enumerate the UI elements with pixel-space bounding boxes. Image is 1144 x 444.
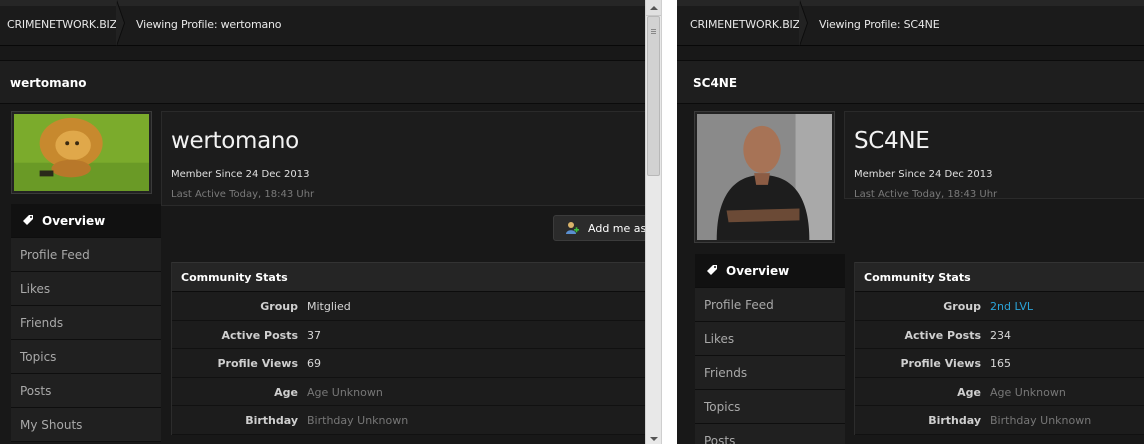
- right-profile-pane: CRIMENETWORK.BIZ Viewing Profile: SC4NE …: [677, 0, 1144, 444]
- profile-photo[interactable]: [11, 111, 152, 194]
- stat-value: Birthday Unknown: [307, 414, 409, 427]
- stat-value: 37: [307, 328, 321, 342]
- stat-row-age: Age Age Unknown: [172, 378, 645, 406]
- breadcrumb-separator: [799, 0, 810, 46]
- add-friend-icon: [566, 222, 579, 234]
- profile-display-name: SC4NE: [854, 128, 930, 154]
- lion-cat-photo: [14, 114, 149, 191]
- stat-label: Age: [274, 385, 298, 399]
- profile-summary-box: SC4NE Member Since 24 Dec 2013 Last Acti…: [844, 111, 1144, 200]
- vertical-scrollbar[interactable]: [645, 0, 662, 444]
- breadcrumb-bar: CRIMENETWORK.BIZ Viewing Profile: SC4NE: [677, 0, 1144, 46]
- nav-overview-label: Overview: [726, 264, 790, 278]
- stat-label: Age: [957, 385, 981, 399]
- profile-header-name: SC4NE: [693, 76, 738, 90]
- stat-value-group-link[interactable]: 2nd LVL: [990, 300, 1033, 313]
- window-divider: [662, 0, 677, 444]
- stat-value: Mitglied: [307, 300, 351, 313]
- community-stats: Community Stats Group 2nd LVL Active Post…: [854, 262, 1144, 435]
- breadcrumb-bar: CRIMENETWORK.BIZ Viewing Profile: wertom…: [0, 0, 645, 46]
- nav-topics[interactable]: Topics: [11, 340, 161, 374]
- stat-label: Active Posts: [904, 328, 982, 342]
- profile-nav: Overview Profile Feed Likes Friends Topi…: [695, 254, 845, 444]
- profile-header-name: wertomano: [10, 76, 87, 90]
- man-portrait-photo: [697, 114, 832, 240]
- stat-row-birthday: Birthday Birthday Unknown: [855, 406, 1144, 435]
- nav-overview-label: Overview: [42, 214, 106, 228]
- nav-friends[interactable]: Friends: [695, 356, 845, 390]
- stat-value: Birthday Unknown: [990, 414, 1092, 427]
- profile-header: SC4NE: [677, 60, 1144, 104]
- stat-label: Group: [943, 300, 981, 313]
- scroll-up-icon[interactable]: [646, 0, 661, 16]
- nav-overview[interactable]: Overview: [695, 254, 845, 288]
- stat-value: 69: [307, 357, 321, 370]
- stat-label: Active Posts: [221, 328, 299, 342]
- last-active: Last Active Today, 18:43 Uhr: [171, 189, 315, 200]
- scroll-down-icon[interactable]: [646, 434, 661, 444]
- nav-posts[interactable]: Posts: [695, 424, 845, 444]
- nav-my-shouts[interactable]: My Shouts: [11, 408, 161, 442]
- nav-posts[interactable]: Posts: [11, 374, 161, 408]
- stat-row-profile-views: Profile Views 69: [172, 349, 645, 378]
- nav-overview[interactable]: Overview: [11, 204, 161, 238]
- breadcrumb-site-link[interactable]: CRIMENETWORK.BIZ: [690, 18, 800, 31]
- profile-display-name: wertomano: [171, 128, 299, 154]
- stat-label: Profile Views: [900, 357, 981, 370]
- stat-row-age: Age Age Unknown: [855, 378, 1144, 406]
- nav-topics[interactable]: Topics: [695, 390, 845, 424]
- community-stats-title: Community Stats: [172, 262, 645, 292]
- stat-value: 234: [990, 328, 1011, 342]
- last-active: Last Active Today, 18:43 Uhr: [854, 189, 998, 200]
- breadcrumb-current-page: Viewing Profile: wertomano: [136, 18, 282, 31]
- profile-photo[interactable]: [694, 111, 835, 243]
- nav-friends[interactable]: Friends: [11, 306, 161, 340]
- stat-row-active-posts: Active Posts 234: [855, 321, 1144, 349]
- breadcrumb-separator: [116, 0, 127, 46]
- member-since: Member Since 24 Dec 2013: [854, 169, 993, 180]
- stat-row-profile-views: Profile Views 165: [855, 349, 1144, 378]
- nav-likes[interactable]: Likes: [11, 272, 161, 306]
- tag-icon: [707, 265, 717, 275]
- add-friend-button[interactable]: Add me as a: [553, 215, 645, 241]
- tag-icon: [23, 215, 33, 225]
- stat-value: Age Unknown: [990, 385, 1066, 399]
- stat-label: Birthday: [245, 414, 298, 427]
- stat-row-birthday: Birthday Birthday Unknown: [172, 406, 645, 435]
- left-profile-pane: CRIMENETWORK.BIZ Viewing Profile: wertom…: [0, 0, 645, 444]
- stat-row-group: Group 2nd LVL: [855, 292, 1144, 321]
- community-stats: Community Stats Group Mitglied Active Pos…: [171, 262, 645, 435]
- stat-value: 165: [990, 357, 1011, 370]
- nav-likes[interactable]: Likes: [695, 322, 845, 356]
- stat-row-group: Group Mitglied: [172, 292, 645, 321]
- stat-row-active-posts: Active Posts 37: [172, 321, 645, 349]
- nav-profile-feed[interactable]: Profile Feed: [695, 288, 845, 322]
- breadcrumb-site-link[interactable]: CRIMENETWORK.BIZ: [7, 18, 117, 31]
- profile-nav: Overview Profile Feed Likes Friends Topi…: [11, 204, 161, 442]
- profile-summary-box: wertomano Member Since 24 Dec 2013 Last …: [161, 111, 645, 206]
- scroll-thumb[interactable]: [647, 16, 660, 176]
- stat-label: Profile Views: [217, 357, 298, 370]
- stat-label: Birthday: [928, 414, 981, 427]
- stat-value: Age Unknown: [307, 385, 383, 399]
- community-stats-title: Community Stats: [855, 262, 1144, 292]
- member-since: Member Since 24 Dec 2013: [171, 169, 310, 180]
- profile-header: wertomano: [0, 60, 645, 104]
- nav-profile-feed[interactable]: Profile Feed: [11, 238, 161, 272]
- breadcrumb-current-page: Viewing Profile: SC4NE: [819, 18, 940, 31]
- stat-label: Group: [260, 300, 298, 313]
- add-friend-label: Add me as a: [588, 222, 645, 235]
